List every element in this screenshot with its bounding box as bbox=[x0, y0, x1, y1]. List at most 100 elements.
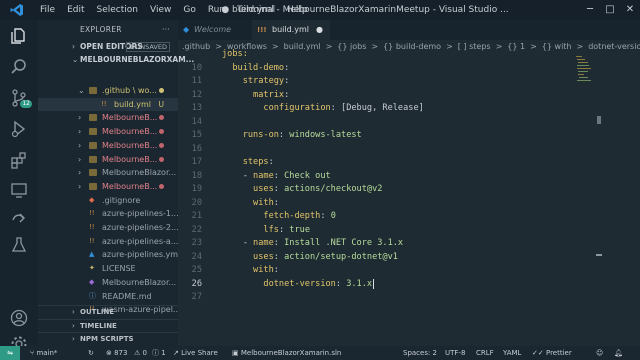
menu-view[interactable]: View bbox=[144, 0, 177, 20]
tree-item[interactable]: › MelbourneB... bbox=[38, 111, 178, 124]
tree-item[interactable]: › MelbourneB... bbox=[38, 125, 178, 138]
tree-item[interactable]: › MelbourneB... bbox=[38, 180, 178, 193]
yaml-punct bbox=[222, 225, 263, 235]
encoding-indicator[interactable]: UTF-8 bbox=[445, 346, 465, 360]
code-editor[interactable]: jobs: 10 build-demo: 11 strategy: 12 matrix… bbox=[178, 49, 598, 346]
feedback-icon[interactable]: ☺ bbox=[596, 346, 603, 360]
editor-scrollbar[interactable] bbox=[596, 54, 602, 346]
menu-selection[interactable]: Selection bbox=[91, 0, 144, 20]
modified-dot-icon bbox=[159, 156, 164, 162]
code-line: 23 - name: Install .NET Core 3.1.x bbox=[178, 237, 598, 249]
tree-item[interactable]: ⓘ README.md bbox=[38, 290, 178, 303]
tree-item[interactable]: › MelbourneBlazor... bbox=[38, 166, 178, 179]
tree-item[interactable]: ⌄ .github \ wo... bbox=[38, 84, 178, 97]
live-share-icon[interactable] bbox=[9, 208, 29, 228]
menu-file[interactable]: File bbox=[34, 0, 61, 20]
timeline-section[interactable]: › TIMELINE bbox=[38, 319, 178, 333]
warnings-indicator[interactable]: ⚠ 0 bbox=[134, 346, 147, 360]
unsaved-badge: 1 UNSAVED bbox=[126, 42, 170, 52]
minimize-button[interactable]: ─ bbox=[580, 0, 600, 20]
maximize-button[interactable]: □ bbox=[600, 0, 620, 20]
source-control-icon[interactable]: 12 bbox=[9, 88, 32, 108]
code-content: with: bbox=[222, 264, 279, 276]
info-indicator[interactable]: ⓘ 1 bbox=[152, 346, 166, 360]
text-cursor bbox=[373, 278, 375, 289]
scroll-thumb[interactable] bbox=[597, 116, 601, 124]
solution-file-icon: ◆ bbox=[89, 277, 95, 286]
indentation-indicator[interactable]: Spaces: 2 bbox=[403, 346, 437, 360]
code-content: - name: Check out bbox=[222, 170, 331, 182]
tree-item[interactable]: !! azure-pipelines-1.... bbox=[38, 207, 178, 220]
remote-explorer-icon[interactable] bbox=[9, 180, 29, 200]
line-number: 14 bbox=[191, 116, 202, 127]
extensions-icon[interactable] bbox=[9, 150, 29, 170]
search-icon[interactable] bbox=[9, 57, 29, 77]
eol-indicator[interactable]: CRLF bbox=[476, 346, 494, 360]
modified-dot-icon bbox=[159, 88, 164, 93]
account-icon[interactable] bbox=[9, 308, 29, 328]
vscode-logo-icon bbox=[0, 0, 34, 20]
tree-item[interactable]: › MelbourneB... bbox=[38, 139, 178, 152]
vscode-icon: ◆ bbox=[183, 25, 190, 34]
yaml-key: matrix bbox=[253, 89, 285, 100]
folder-icon bbox=[89, 155, 97, 163]
outline-section[interactable]: › OUTLINE bbox=[38, 305, 178, 319]
line-number: 24 bbox=[191, 251, 202, 262]
menu-go[interactable]: Go bbox=[177, 0, 201, 20]
yaml-value: actions/checkout@v2 bbox=[284, 184, 383, 194]
tree-item-label: README.md bbox=[102, 291, 152, 301]
tree-item-label: .github \ wo... bbox=[102, 86, 157, 95]
code-line: 21 fetch-depth: 0 bbox=[178, 210, 598, 222]
code-content: runs-on: windows-latest bbox=[222, 129, 362, 141]
tree-item[interactable]: ✦ LICENSE bbox=[38, 262, 178, 275]
notifications-bell-icon[interactable]: 🔔︎ bbox=[614, 346, 623, 360]
code-line: 10 build-demo: bbox=[178, 62, 598, 74]
tree-item[interactable]: ▲ azure-pipelines.yml bbox=[38, 248, 178, 261]
tree-item[interactable]: ◆ .gitignore bbox=[38, 194, 178, 207]
workspace-root-section[interactable]: ⌄ MELBOURNEBLAZORXAM... bbox=[38, 53, 194, 66]
npm-scripts-section[interactable]: › NPM SCRIPTS bbox=[38, 332, 178, 346]
run-debug-icon[interactable] bbox=[9, 119, 29, 139]
yaml-punct bbox=[222, 211, 263, 221]
activity-bar: 12 bbox=[0, 20, 38, 352]
untracked-badge: U bbox=[158, 99, 165, 109]
yaml-punct: : bbox=[273, 238, 285, 248]
yaml-key: with bbox=[253, 265, 274, 275]
yaml-value: true bbox=[289, 224, 310, 235]
language-mode[interactable]: YAML bbox=[503, 346, 521, 360]
yaml-key: name bbox=[253, 170, 274, 181]
tab-welcome-label: Welcome bbox=[194, 25, 232, 34]
tree-item[interactable]: !! build.yml U bbox=[38, 97, 178, 111]
yaml-punct: : bbox=[268, 157, 274, 167]
azure-pipelines-icon: ▲ bbox=[89, 250, 95, 259]
tree-item[interactable]: !! azure-pipelines-2.... bbox=[38, 221, 178, 234]
tab-welcome[interactable]: ◆ Welcome bbox=[178, 20, 252, 40]
prettier-indicator[interactable]: ✓✓ Prettier bbox=[532, 346, 572, 360]
menu-edit[interactable]: Edit bbox=[61, 0, 90, 20]
more-actions-icon[interactable]: ··· bbox=[162, 20, 170, 40]
unsaved-dot-icon[interactable]: ● bbox=[316, 20, 323, 40]
yaml-key: lfs bbox=[263, 224, 279, 235]
tree-item[interactable]: ◆ MelbourneBlazor... bbox=[38, 276, 178, 289]
live-share-button[interactable]: ↗ Live Share bbox=[173, 346, 218, 360]
sync-icon[interactable]: ↻ bbox=[88, 346, 94, 360]
line-number: 27 bbox=[191, 292, 202, 302]
yaml-punct bbox=[222, 90, 253, 100]
errors-indicator[interactable]: ⊗ 873 bbox=[106, 346, 127, 360]
testing-icon[interactable] bbox=[9, 235, 29, 255]
close-button[interactable]: ✕ bbox=[620, 0, 640, 20]
tree-item[interactable]: !! azure-pipelines-a... bbox=[38, 235, 178, 248]
remote-indicator-icon[interactable]: ⇋ bbox=[0, 346, 20, 360]
yaml-key: uses bbox=[253, 184, 274, 194]
yaml-key: uses bbox=[253, 251, 274, 262]
explorer-icon[interactable] bbox=[9, 26, 29, 46]
solution-indicator[interactable]: ▣ MelbourneBlazorXamarin.sln bbox=[232, 346, 341, 360]
open-editors-section[interactable]: › OPEN EDITORS 1 UNSAVED bbox=[38, 40, 178, 53]
yaml-punct: : bbox=[273, 265, 279, 275]
tab-build-yml[interactable]: !!! build.yml ● bbox=[252, 20, 330, 40]
tree-item[interactable]: › MelbourneB... bbox=[38, 153, 178, 166]
branch-indicator[interactable]: ⑂ main* bbox=[30, 346, 57, 360]
modified-dot-icon bbox=[159, 129, 164, 135]
line-number: 12 bbox=[191, 89, 202, 100]
code-content: - name: Install .NET Core 3.1.x bbox=[222, 237, 403, 249]
